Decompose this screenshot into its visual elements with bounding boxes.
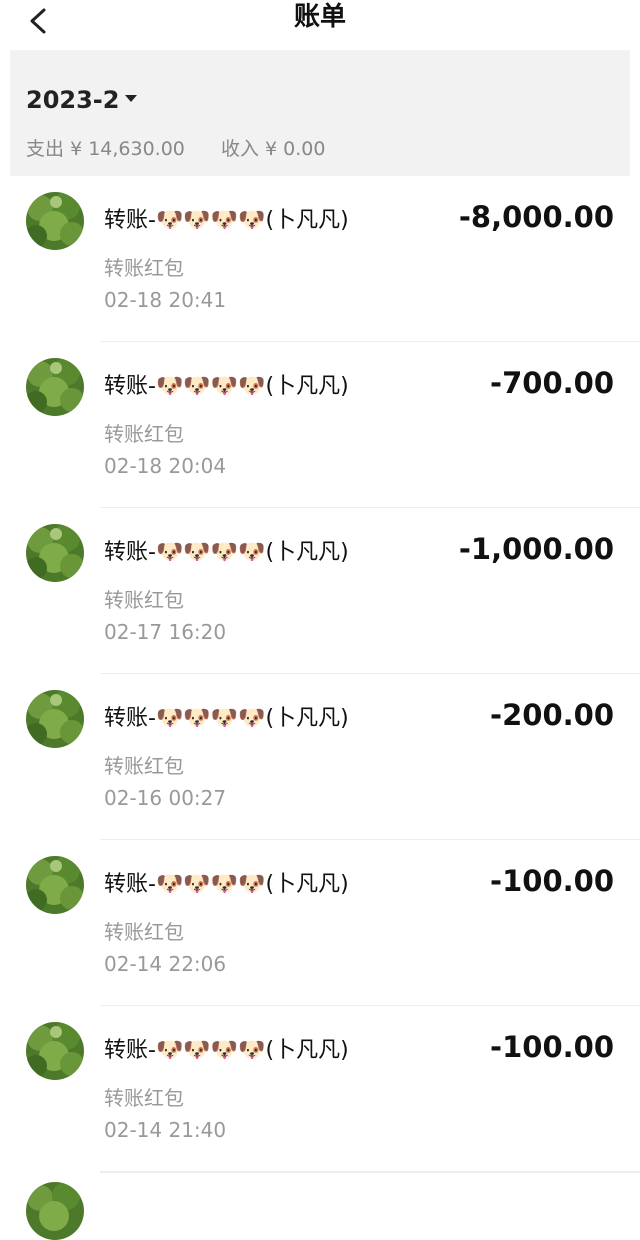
transaction-time: 02-18 20:41 — [104, 288, 227, 312]
transaction-amount: -100.00 — [490, 1030, 614, 1064]
avatar — [26, 524, 84, 582]
transaction-title: 转账-🐶🐶🐶🐶(卜凡凡) — [104, 706, 349, 731]
transaction-row[interactable]: 转账-🐶🐶🐶🐶(卜凡凡) 转账红包 02-16 00:27 -200.00 — [0, 674, 640, 840]
transaction-time: 02-17 16:20 — [104, 620, 227, 644]
expense-label: 支出 — [26, 138, 65, 160]
transaction-row[interactable]: 转账-🐶🐶🐶🐶(卜凡凡) 转账红包 02-14 22:06 -100.00 — [0, 840, 640, 1006]
transaction-amount: -8,000.00 — [458, 200, 614, 234]
income-label: 收入 — [220, 138, 259, 160]
transaction-time: 02-14 22:06 — [104, 952, 227, 976]
top-nav-bar: 账单 — [0, 0, 640, 48]
page-title: 账单 — [293, 2, 346, 32]
transaction-list: 转账-🐶🐶🐶🐶(卜凡凡) 转账红包 02-18 20:41 -8,000.00 … — [0, 176, 640, 1172]
month-label: 2023-2 — [26, 86, 120, 114]
transaction-row[interactable]: 转账-🐶🐶🐶🐶(卜凡凡) 转账红包 02-17 16:20 -1,000.00 — [0, 508, 640, 674]
transaction-type: 转账红包 — [104, 920, 184, 944]
transaction-time: 02-16 00:27 — [104, 786, 227, 810]
transaction-type: 转账红包 — [104, 1086, 184, 1110]
transaction-amount: -200.00 — [490, 698, 614, 732]
transaction-amount: -100.00 — [490, 864, 614, 898]
avatar — [26, 1022, 84, 1080]
transaction-type: 转账红包 — [104, 256, 184, 280]
transaction-type: 转账红包 — [104, 588, 184, 612]
month-summary-panel: 2023-2 支出 ¥ 14,630.00 收入 ¥ 0.00 — [10, 50, 630, 176]
avatar — [26, 1182, 84, 1240]
expense-value: ¥ 14,630.00 — [70, 138, 185, 160]
month-selector[interactable]: 2023-2 — [26, 86, 138, 114]
transaction-amount: -1,000.00 — [458, 532, 614, 566]
transaction-title: 转账-🐶🐶🐶🐶(卜凡凡) — [104, 540, 349, 565]
transaction-title: 转账-🐶🐶🐶🐶(卜凡凡) — [104, 374, 349, 399]
transaction-amount: -700.00 — [490, 366, 614, 400]
transaction-title: 转账-🐶🐶🐶🐶(卜凡凡) — [104, 1038, 349, 1063]
transaction-row[interactable]: 转账-🐶🐶🐶🐶(卜凡凡) 转账红包 02-14 21:40 -100.00 — [0, 1006, 640, 1172]
transaction-time: 02-14 21:40 — [104, 1118, 227, 1142]
month-totals: 支出 ¥ 14,630.00 收入 ¥ 0.00 — [26, 134, 325, 161]
transaction-type: 转账红包 — [104, 422, 184, 446]
transaction-title: 转账-🐶🐶🐶🐶(卜凡凡) — [104, 208, 349, 233]
avatar — [26, 192, 84, 250]
transaction-type: 转账红包 — [104, 754, 184, 778]
row-divider — [100, 1172, 640, 1173]
transaction-row[interactable]: 转账-🐶🐶🐶🐶(卜凡凡) 转账红包 02-18 20:41 -8,000.00 — [0, 176, 640, 342]
avatar — [26, 690, 84, 748]
transaction-row-partial[interactable] — [0, 1172, 640, 1240]
transaction-row[interactable]: 转账-🐶🐶🐶🐶(卜凡凡) 转账红包 02-18 20:04 -700.00 — [0, 342, 640, 508]
income-value: ¥ 0.00 — [265, 138, 326, 160]
avatar — [26, 358, 84, 416]
transaction-title: 转账-🐶🐶🐶🐶(卜凡凡) — [104, 872, 349, 897]
transaction-time: 02-18 20:04 — [104, 454, 227, 478]
avatar — [26, 856, 84, 914]
caret-down-icon — [125, 94, 138, 102]
